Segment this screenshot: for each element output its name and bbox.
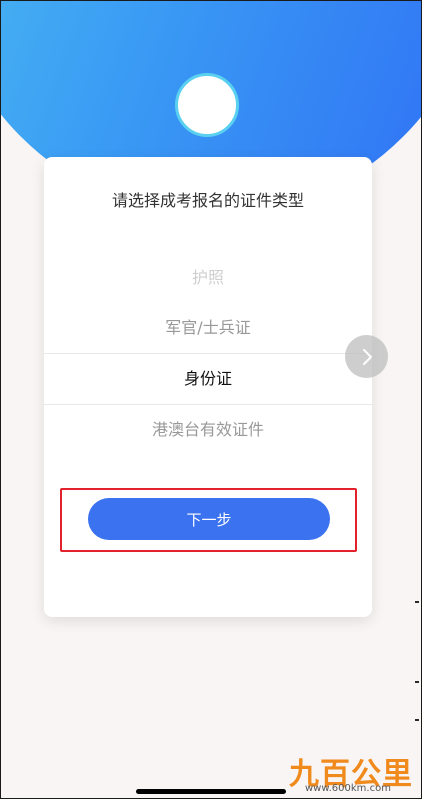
id-type-card: 请选择成考报名的证件类型 护照 军官/士兵证 身份证 港澳台有效证件 下一步	[44, 157, 372, 617]
chevron-right-icon	[362, 348, 372, 365]
picker-option-passport[interactable]: 护照	[44, 253, 372, 303]
picker-option-id-card[interactable]: 身份证	[44, 353, 372, 405]
picker-option-military-id[interactable]: 军官/士兵证	[44, 303, 372, 353]
highlight-box: 下一步	[60, 488, 357, 552]
edge-mark	[415, 601, 419, 603]
watermark-logo: 九百公里 www.600km.com	[289, 749, 419, 795]
picker-option-hk-macau-taiwan[interactable]: 港澳台有效证件	[44, 405, 372, 455]
phone-screen: 请选择成考报名的证件类型 护照 军官/士兵证 身份证 港澳台有效证件 下一步 九…	[0, 0, 422, 799]
id-type-picker[interactable]: 护照 军官/士兵证 身份证 港澳台有效证件	[44, 253, 372, 455]
card-title: 请选择成考报名的证件类型	[111, 191, 304, 210]
edge-mark	[415, 719, 419, 721]
next-step-button[interactable]: 下一步	[88, 498, 330, 540]
watermark-url: www.600km.com	[305, 783, 391, 794]
next-arrow-button[interactable]	[345, 335, 388, 378]
avatar	[175, 73, 239, 137]
edge-mark	[415, 681, 419, 683]
home-indicator	[136, 789, 286, 794]
